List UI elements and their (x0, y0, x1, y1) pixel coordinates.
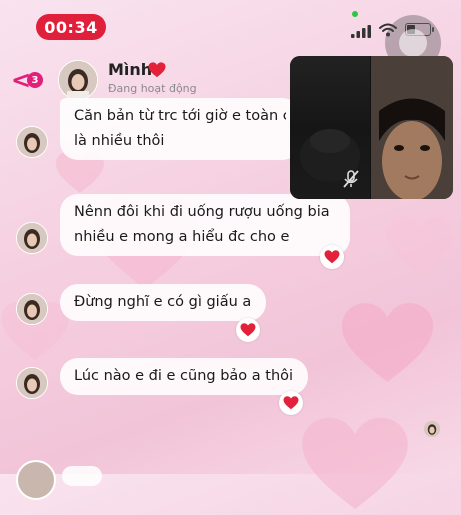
camera-in-use-indicator (352, 11, 358, 17)
message-bubble[interactable]: Căn bản từ trc tới giờ e toàn c là nhiều… (60, 98, 300, 160)
message-text-line: Căn bản từ trc tới giờ e toàn c (74, 108, 286, 124)
heart-reaction[interactable] (279, 391, 303, 415)
message-text-line: là nhiều thôi (74, 133, 165, 149)
heart-icon (148, 62, 166, 82)
remote-video-feed (290, 56, 370, 199)
back-button[interactable]: < 3 (11, 68, 47, 92)
signal-icon (351, 23, 371, 42)
message-bubble[interactable] (62, 466, 102, 486)
heart-icon (240, 323, 256, 337)
status-time[interactable]: 00:34 (36, 14, 106, 40)
mic-off-icon[interactable] (340, 168, 362, 194)
sender-avatar[interactable] (16, 460, 56, 500)
contact-avatar[interactable] (58, 60, 98, 100)
sender-avatar[interactable] (16, 367, 48, 399)
self-video-feed (371, 56, 453, 199)
message-text-line: nhiều e mong a hiểu đc cho e (74, 229, 290, 245)
message-bubble[interactable]: Đừng nghĩ e có gì giấu a (60, 284, 266, 321)
seen-receipt-avatar (424, 421, 440, 437)
background-heart (340, 300, 435, 388)
active-status: Đang hoạt động (108, 82, 197, 95)
heart-reaction[interactable] (320, 245, 344, 269)
heart-icon (283, 396, 299, 410)
video-call-panel[interactable] (290, 56, 453, 199)
message-text-line: Lúc nào e đi e cũng bảo a thôi (74, 368, 294, 384)
background-heart (300, 415, 410, 515)
message-text-line: Đừng nghĩ e có gì giấu a (74, 294, 252, 310)
message-bubble[interactable]: Lúc nào e đi e cũng bảo a thôi (60, 358, 308, 395)
message-bubble[interactable]: Nênn đôi khi đi uống rượu uống bia nhiều… (60, 194, 350, 256)
sender-avatar[interactable] (16, 126, 48, 158)
heart-icon (324, 250, 340, 264)
sender-avatar[interactable] (16, 222, 48, 254)
sender-avatar[interactable] (16, 293, 48, 325)
background-heart (385, 215, 455, 279)
message-text-line: Nênn đôi khi đi uống rượu uống bia (74, 204, 330, 220)
unread-count-badge: 3 (27, 72, 43, 88)
heart-reaction[interactable] (236, 318, 260, 342)
status-bar: 00:34 (0, 0, 461, 71)
contact-name[interactable]: Mình (108, 60, 152, 79)
